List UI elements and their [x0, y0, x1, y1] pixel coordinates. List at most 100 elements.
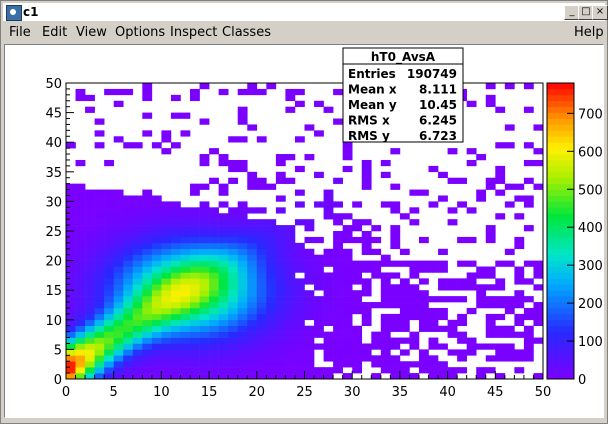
palette-swatch — [547, 355, 574, 362]
heatmap-cell — [151, 349, 162, 356]
heatmap-cell — [209, 355, 219, 362]
heatmap-cell — [161, 236, 172, 244]
heatmap-cell — [180, 266, 191, 273]
heatmap-cell — [180, 213, 191, 220]
heatmap-cell — [266, 337, 277, 344]
heatmap-cell — [418, 260, 429, 267]
heatmap-cell — [237, 236, 248, 244]
heatmap-cell — [504, 325, 515, 332]
heatmap-cell — [151, 260, 162, 267]
heatmap-cell — [199, 207, 210, 214]
heatmap-cell — [333, 260, 343, 267]
heatmap-cell — [170, 266, 181, 273]
heatmap-cell — [361, 236, 372, 244]
heatmap-cell — [94, 266, 105, 273]
histogram-plot[interactable]: 0 5 10 15 20 25 30 35 40 45 50 0 5 10 15 20 25 30 35 40 45 5… — [5, 45, 603, 417]
heatmap-cell — [94, 296, 105, 303]
heatmap-cell — [85, 325, 95, 332]
heatmap-cell — [132, 254, 143, 261]
heatmap-cell — [218, 302, 229, 309]
palette-swatch — [547, 225, 574, 232]
heatmap-cell — [266, 272, 277, 279]
heatmap-cell — [180, 248, 191, 255]
stats-box[interactable]: hT0_AvsA Entries 190749 Mean x 8.111 Mean y 10… — [342, 47, 464, 143]
heatmap-cell — [104, 331, 114, 338]
heatmap-cell — [199, 219, 210, 226]
heatmap-cell — [447, 296, 458, 303]
heatmap-cell — [409, 373, 420, 380]
app-icon[interactable] — [6, 5, 22, 21]
title-bar[interactable]: c1 _ □ × — [3, 3, 608, 21]
heatmap-cell — [180, 355, 191, 362]
menu-help[interactable]: Help — [574, 25, 604, 41]
close-button[interactable]: × — [592, 5, 608, 20]
heatmap-cell — [514, 272, 525, 279]
heatmap-cell — [142, 361, 153, 368]
heatmap-cell — [342, 302, 353, 309]
heatmap-cell — [170, 361, 181, 368]
heatmap-cell — [199, 319, 210, 327]
heatmap-cell — [190, 290, 200, 297]
heatmap-cell — [285, 242, 296, 250]
heatmap-cell — [199, 373, 210, 380]
heatmap-cell — [75, 319, 86, 327]
heatmap-cell — [85, 296, 95, 303]
heatmap-cell — [228, 242, 239, 250]
heatmap-cell — [180, 290, 191, 297]
heatmap-cell — [104, 88, 114, 96]
heatmap-cell — [66, 225, 76, 232]
heatmap-cell — [409, 189, 420, 196]
heatmap-cell — [256, 183, 267, 190]
heatmap-cell — [476, 189, 487, 196]
heatmap-cell — [218, 219, 229, 226]
heatmap-cell — [266, 349, 277, 356]
menu-inspect[interactable]: Inspect — [170, 25, 217, 41]
heatmap-cell — [190, 325, 200, 332]
heatmap-cell — [75, 361, 86, 368]
heatmap-cell — [275, 278, 286, 285]
heatmap-cell — [504, 142, 515, 149]
heatmap-cell — [142, 343, 153, 350]
menu-classes[interactable]: Classes — [222, 25, 271, 41]
heatmap-cell — [380, 260, 391, 267]
heatmap-cell — [285, 355, 296, 362]
palette-swatch — [547, 343, 574, 350]
heatmap-cell — [132, 231, 143, 238]
heatmap-cell — [142, 242, 153, 250]
heatmap-cell — [209, 254, 219, 261]
heatmap-cell — [438, 296, 448, 303]
heatmap-cell — [466, 148, 477, 155]
heatmap-cell — [209, 302, 219, 309]
heatmap-cell — [190, 296, 200, 303]
heatmap-cell — [132, 290, 143, 297]
heatmap-cell — [142, 319, 153, 327]
heatmap-cell — [94, 118, 105, 125]
heatmap-cell — [304, 254, 315, 261]
menu-file[interactable]: File — [9, 25, 31, 41]
heatmap-cell — [256, 272, 267, 279]
heatmap-cell — [333, 361, 343, 368]
heatmap-cell — [132, 213, 143, 220]
menu-view[interactable]: View — [76, 25, 107, 41]
heatmap-cell — [180, 296, 191, 303]
heatmap-cell — [66, 337, 76, 344]
heatmap-cell — [104, 272, 114, 279]
heatmap-cell — [294, 88, 305, 96]
heatmap-cell — [237, 284, 248, 291]
heatmap-cell — [151, 195, 162, 202]
palette-swatch — [547, 219, 574, 226]
canvas[interactable]: 0 5 10 15 20 25 30 35 40 45 50 0 5 10 15 20 25 30 35 40 45 5… — [4, 44, 604, 418]
y-tick-label: 0 — [54, 373, 62, 388]
heatmap-cell — [504, 355, 515, 362]
menu-edit[interactable]: Edit — [42, 25, 67, 41]
menu-options[interactable]: Options — [115, 25, 165, 41]
heatmap-cell — [85, 349, 95, 356]
color-palette[interactable] — [546, 82, 575, 380]
heatmap-cell — [132, 142, 143, 149]
heatmap-cell — [104, 231, 114, 238]
heatmap-cell — [75, 290, 86, 297]
heatmap-cell — [132, 296, 143, 303]
x-tick-label: 45 — [487, 385, 504, 400]
heatmap-cell — [323, 296, 334, 303]
heatmap-cell — [323, 373, 334, 380]
